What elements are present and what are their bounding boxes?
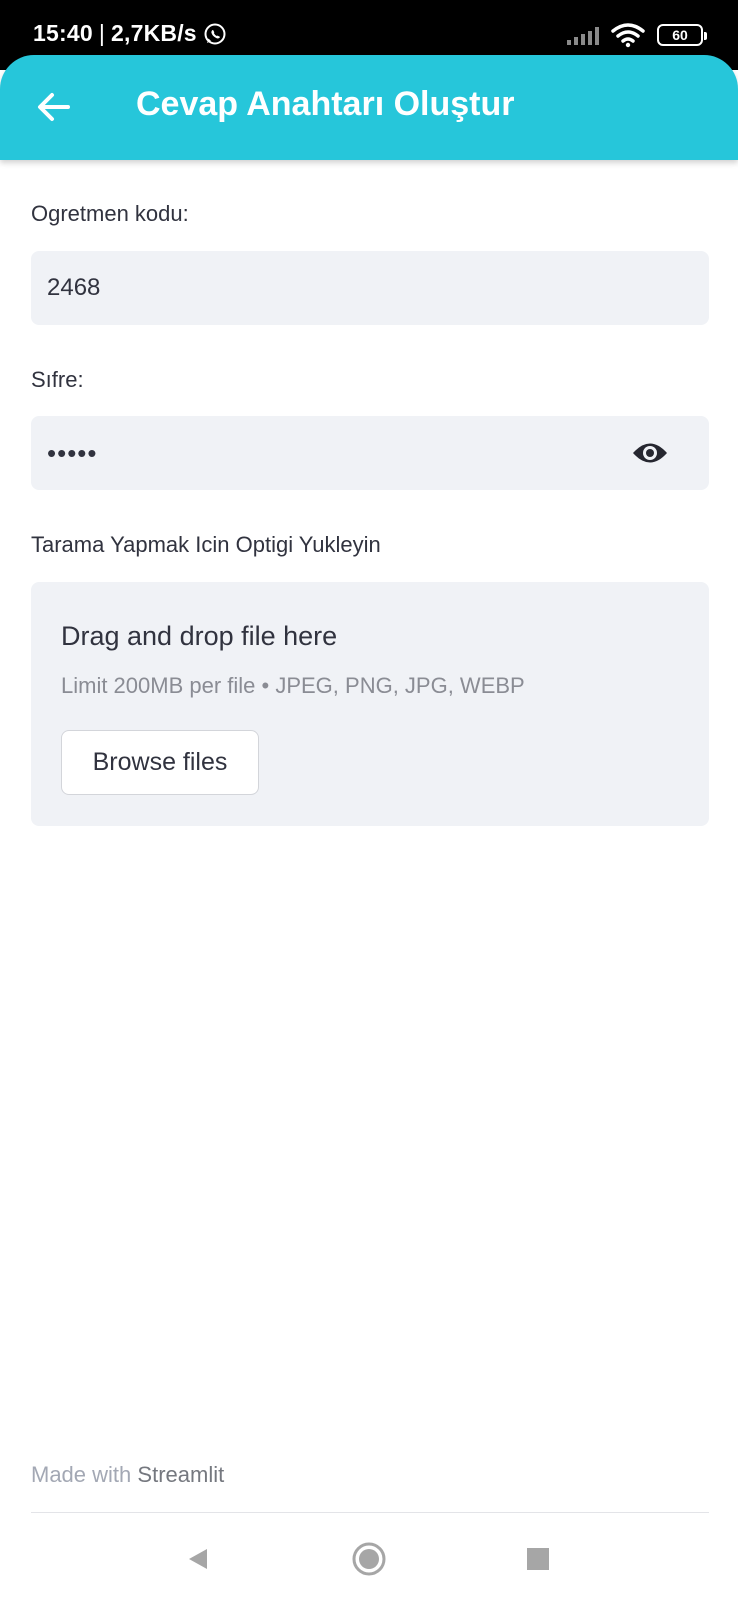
- nav-recents-button[interactable]: [513, 1534, 563, 1584]
- page-title: Cevap Anahtarı Oluştur: [136, 85, 515, 123]
- teacher-code-input[interactable]: [47, 274, 607, 302]
- dropzone-title: Drag and drop file here: [61, 621, 338, 651]
- footer-brand-link[interactable]: Streamlit: [137, 1462, 224, 1487]
- status-right: 60: [567, 22, 707, 48]
- browse-files-button[interactable]: Browse files: [61, 730, 259, 795]
- footer-made-with: Made with: [31, 1462, 132, 1487]
- battery-level: 60: [672, 27, 688, 43]
- square-recents-icon: [527, 1548, 549, 1570]
- arrow-left-icon: [38, 93, 70, 121]
- dropzone-subtitle: Limit 200MB per file • JPEG, PNG, JPG, W…: [61, 673, 525, 698]
- password-label: Sıfre:: [31, 367, 84, 392]
- password-field[interactable]: [31, 416, 709, 490]
- triangle-back-icon: [189, 1549, 207, 1569]
- status-net-speed: 2,7KB/s: [111, 20, 197, 46]
- whatsapp-icon: [204, 23, 226, 44]
- eye-icon: [633, 443, 667, 463]
- teacher-code-label: Ogretmen kodu:: [31, 201, 189, 226]
- circle-home-icon: [352, 1542, 386, 1576]
- footer: Made with Streamlit: [31, 1462, 224, 1488]
- nav-bar: [0, 1520, 738, 1600]
- status-separator: |: [98, 20, 106, 46]
- file-dropzone[interactable]: Drag and drop file here Limit 200MB per …: [31, 582, 709, 826]
- teacher-code-field[interactable]: [31, 251, 709, 325]
- upload-label: Tarama Yapmak Icin Optigi Yukleyin: [31, 532, 381, 557]
- nav-home-button[interactable]: [344, 1534, 394, 1584]
- status-left: 15:40 | 2,7KB/s: [33, 20, 227, 47]
- status-time: 15:40: [33, 20, 93, 46]
- nav-back-button[interactable]: [173, 1534, 223, 1584]
- wifi-icon: [611, 23, 645, 48]
- back-button[interactable]: [28, 81, 80, 133]
- footer-divider: [31, 1512, 709, 1513]
- show-password-button[interactable]: [631, 438, 669, 468]
- signal-icon: [567, 25, 599, 45]
- password-input[interactable]: [47, 437, 607, 469]
- app-header: Cevap Anahtarı Oluştur: [0, 55, 738, 160]
- battery-icon: 60: [657, 24, 707, 46]
